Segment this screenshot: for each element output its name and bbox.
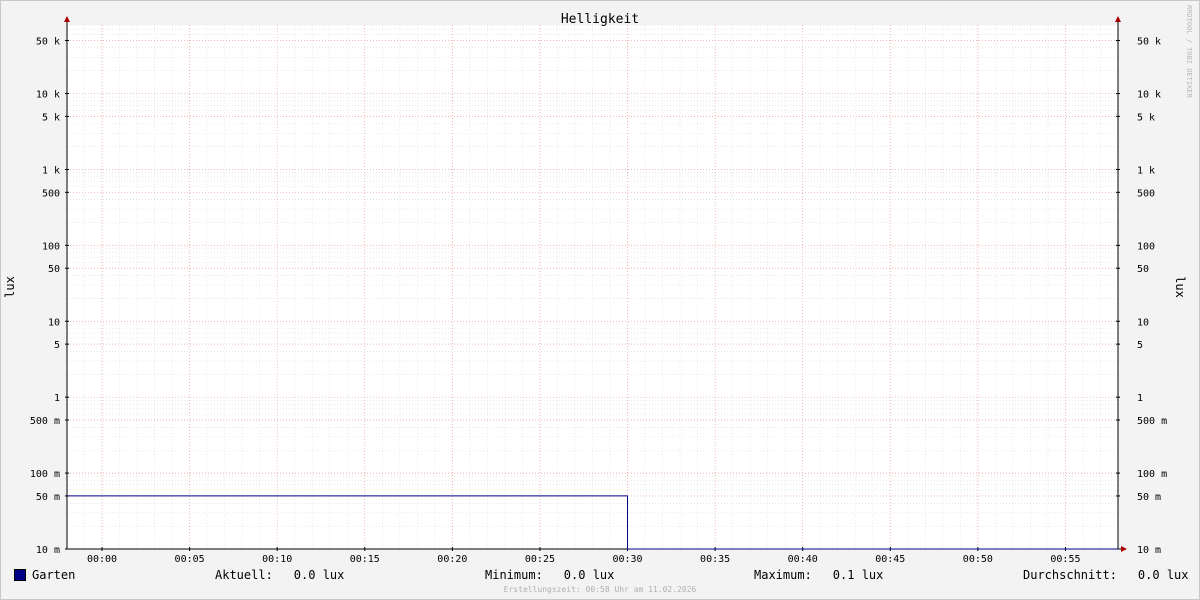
chart-title: Helligkeit (561, 12, 639, 27)
maximum-label: Maximum: (754, 568, 812, 582)
legend-current: Aktuell: 0.0 lux (215, 567, 344, 583)
x-tick-label: 00:00 (87, 554, 117, 565)
legend-average: Durchschnitt: 0.0 lux (1023, 567, 1189, 583)
y-tick-label-right: 5 k (1137, 112, 1155, 123)
current-value: 0.0 lux (293, 568, 345, 582)
x-tick-label: 00:10 (262, 554, 292, 565)
current-label: Aktuell: (215, 568, 273, 582)
legend-series-name: Garten (32, 568, 76, 582)
average-label: Durchschnitt: (1023, 568, 1117, 582)
y-tick-label-left: 10 k (36, 90, 60, 101)
minimum-value: 0.0 lux (563, 568, 615, 582)
x-tick-label: 00:45 (875, 554, 905, 565)
y-tick-label-left: 10 m (36, 545, 60, 556)
y-axis-arrow-left (64, 16, 70, 22)
y-axis-arrow-right (1115, 16, 1121, 22)
y-tick-label-left: 50 k (36, 36, 60, 47)
x-tick-label: 00:05 (175, 554, 205, 565)
x-tick-label: 00:50 (963, 554, 993, 565)
y-tick-label-right: 50 (1137, 264, 1149, 275)
watermark: RRDTOOL / TOBI OETIKER (1185, 5, 1193, 99)
y-axis-label-left: lux (3, 276, 17, 298)
grid (66, 24, 1119, 550)
y-tick-label-left: 1 k (42, 165, 60, 176)
y-tick-label-right: 100 m (1137, 469, 1167, 480)
y-tick-label-right: 1 k (1137, 165, 1155, 176)
y-tick-label-right: 5 (1137, 340, 1143, 351)
y-tick-label-left: 5 (54, 340, 60, 351)
y-tick-label-right: 50 k (1137, 36, 1161, 47)
y-tick-label-right: 10 m (1137, 545, 1161, 556)
x-tick-label: 00:25 (525, 554, 555, 565)
y-tick-label-right: 500 m (1137, 416, 1167, 427)
minimum-label: Minimum: (485, 568, 543, 582)
legend-maximum: Maximum: 0.1 lux (754, 567, 883, 583)
x-tick-label: 00:20 (437, 554, 467, 565)
y-tick-label-right: 100 (1137, 241, 1155, 252)
y-tick-label-right: 1 (1137, 393, 1143, 404)
y-tick-label-left: 1 (54, 393, 60, 404)
y-tick-label-left: 50 (48, 264, 60, 275)
y-tick-label-right: 500 (1137, 188, 1155, 199)
legend-swatch (14, 569, 26, 581)
y-tick-label-right: 10 (1137, 317, 1149, 328)
y-tick-label-left: 5 k (42, 112, 60, 123)
y-tick-label-left: 100 (42, 241, 60, 252)
y-tick-label-right: 10 k (1137, 90, 1161, 101)
y-tick-label-left: 50 m (36, 492, 60, 503)
creation-time-footer: Erstellungszeit: 00:58 Uhr am 11.02.2026 (503, 585, 697, 594)
x-tick-label: 00:15 (350, 554, 380, 565)
maximum-value: 0.1 lux (832, 568, 884, 582)
y-tick-label-left: 500 m (30, 416, 60, 427)
x-tick-label: 00:55 (1050, 554, 1080, 565)
y-tick-label-left: 100 m (30, 469, 60, 480)
legend-minimum: Minimum: 0.0 lux (485, 567, 614, 583)
y-tick-label-left: 10 (48, 317, 60, 328)
average-value: 0.0 lux (1137, 568, 1189, 582)
chart-canvas: 50 k 50 k10 k 10 k5 k5 k1 k1 k500 500100 100… (3, 5, 1193, 565)
y-tick-label-right: 50 m (1137, 492, 1161, 503)
legend-series: Garten (14, 567, 75, 583)
y-tick-label-left: 500 (42, 188, 60, 199)
x-tick-label: 00:35 (700, 554, 730, 565)
x-tick-label: 00:30 (612, 554, 642, 565)
y-axis-label-right: lux (1173, 276, 1187, 298)
x-tick-label: 00:40 (788, 554, 818, 565)
x-axis-arrow (1121, 546, 1127, 552)
